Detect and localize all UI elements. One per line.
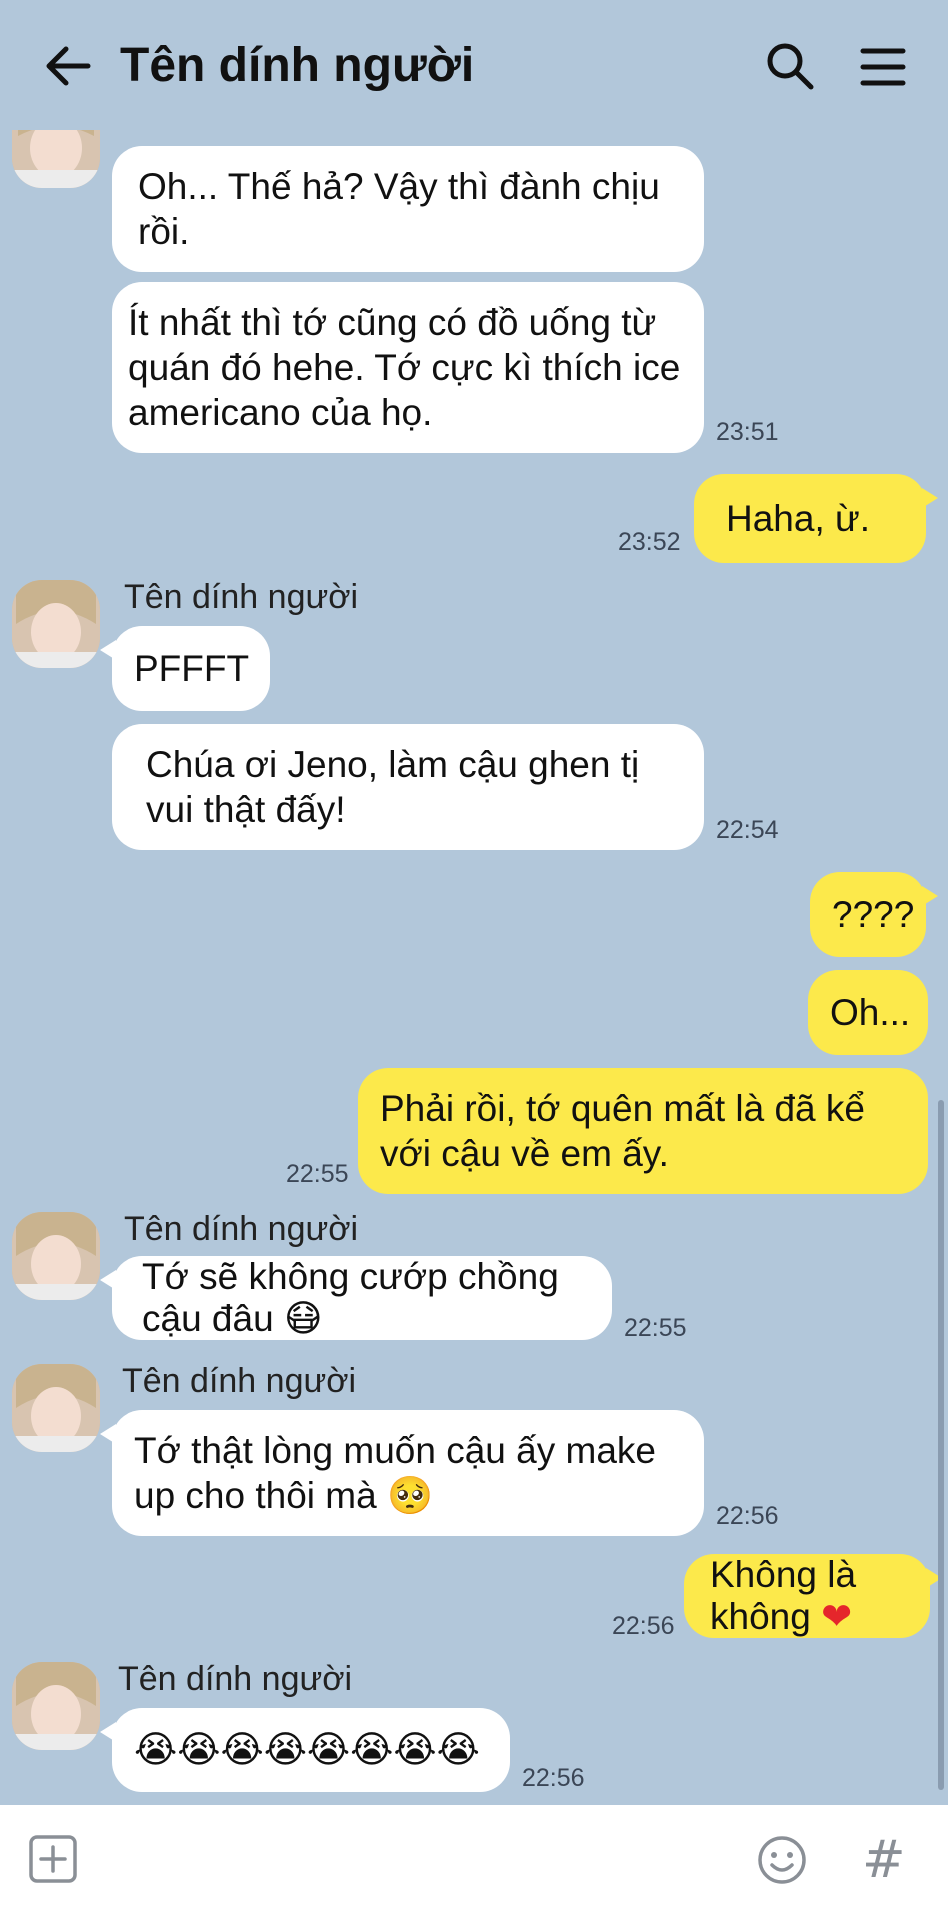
sender-name: Tên dính người: [124, 578, 359, 616]
message-bubble[interactable]: Haha, ừ.: [694, 474, 938, 563]
message-text: ????: [832, 894, 915, 935]
message-bubble[interactable]: Oh...: [808, 970, 928, 1055]
back-arrow-icon[interactable]: [40, 38, 96, 94]
hashtag-icon[interactable]: #: [862, 1830, 906, 1890]
avatar-image: [12, 1212, 100, 1300]
plus-square-icon[interactable]: [28, 1834, 78, 1884]
message-text: Tớ sẽ không cướp chồng cậu đâu: [142, 1256, 559, 1339]
avatar[interactable]: [12, 1662, 100, 1750]
pleading-face-emoji: 🥺: [387, 1474, 434, 1517]
message-bubble[interactable]: PFFFT: [100, 626, 270, 711]
message-bubble[interactable]: Phải rồi, tớ quên mất là đã kể với cậu v…: [358, 1068, 928, 1194]
message-time: 23:52: [618, 528, 681, 556]
search-icon[interactable]: [764, 40, 816, 92]
red-heart-emoji: ❤: [821, 1595, 853, 1638]
message-bubble[interactable]: Tớ sẽ không cướp chồng cậu đâu 😷: [100, 1256, 612, 1340]
sender-name: Tên dính người: [118, 1660, 353, 1698]
message-text: Phải rồi, tớ quên mất là đã kể với cậu v…: [380, 1088, 865, 1174]
avatar-image: [12, 1662, 100, 1750]
smiley-icon[interactable]: [756, 1834, 808, 1886]
sender-name: Tên dính người: [124, 1210, 359, 1248]
avatar[interactable]: [12, 1364, 100, 1452]
message-bubble[interactable]: ????: [810, 872, 938, 957]
message-text: Haha, ừ.: [726, 498, 871, 539]
avatar-image: [12, 1364, 100, 1452]
message-text: Oh...: [830, 992, 911, 1033]
scrollbar[interactable]: [938, 1100, 944, 1790]
message-text: Chúa ơi Jeno, làm cậu ghen tị vui thật đ…: [146, 744, 640, 830]
message-text: PFFFT: [134, 648, 250, 689]
message-bubble[interactable]: Không là không ❤: [684, 1554, 942, 1638]
message-time: 22:56: [522, 1764, 585, 1792]
message-time: 22:55: [624, 1314, 687, 1342]
message-time: 22:55: [286, 1160, 349, 1188]
avatar[interactable]: [12, 1212, 100, 1300]
sneezing-face-emoji: 😷: [283, 1297, 323, 1340]
message-bubble[interactable]: Chúa ơi Jeno, làm cậu ghen tị vui thật đ…: [112, 724, 704, 850]
message-time: 23:51: [716, 418, 779, 446]
avatar[interactable]: [12, 580, 100, 668]
hamburger-menu-icon[interactable]: [858, 42, 908, 92]
chat-header: Tên dính người: [0, 0, 948, 130]
message-time: 22:56: [612, 1612, 675, 1640]
avatar-image: [12, 580, 100, 668]
message-text: Ít nhất thì tớ cũng có đồ uống từ quán đ…: [128, 302, 681, 433]
message-bubble[interactable]: Oh... Thế hả? Vậy thì đành chịu rồi.: [112, 146, 704, 272]
chat-title: Tên dính người: [120, 39, 475, 92]
message-bubble[interactable]: Ít nhất thì tớ cũng có đồ uống từ quán đ…: [112, 282, 704, 453]
message-bubble[interactable]: 😭😭😭😭😭😭😭😭: [100, 1708, 510, 1792]
message-time: 22:54: [716, 816, 779, 844]
message-text: Oh... Thế hả? Vậy thì đành chịu rồi.: [138, 166, 660, 252]
message-bubble[interactable]: Tớ thật lòng muốn cậu ấy make up cho thô…: [100, 1410, 704, 1536]
message-time: 22:56: [716, 1502, 779, 1530]
sender-name: Tên dính người: [122, 1362, 357, 1400]
crying-emoji-row: 😭😭😭😭😭😭😭😭: [134, 1728, 480, 1771]
